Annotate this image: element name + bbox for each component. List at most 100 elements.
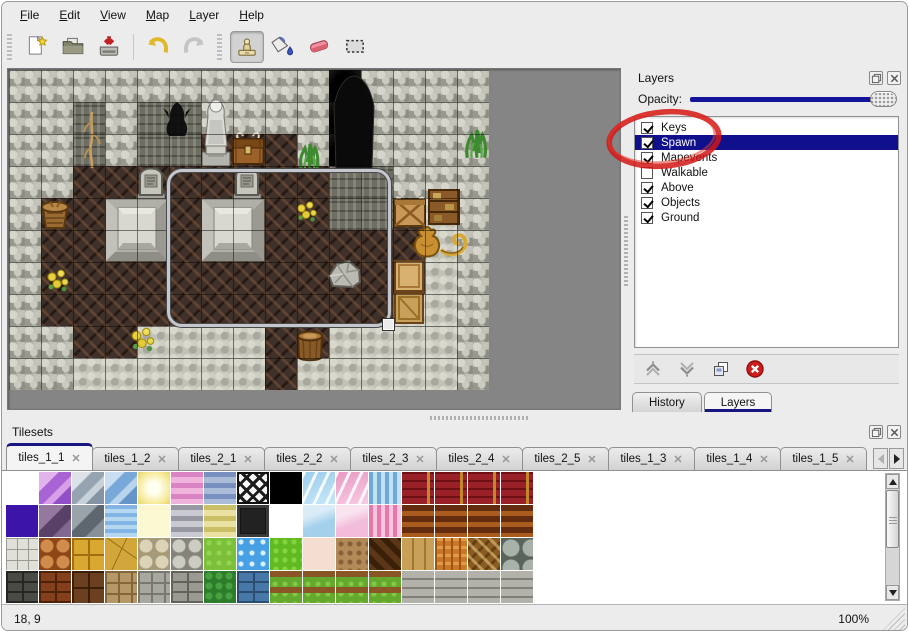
palette-tile-farm[interactable]	[369, 571, 401, 603]
window-resize-grip[interactable]	[883, 608, 905, 630]
horizontal-splitter[interactable]	[2, 414, 907, 422]
new-file-button[interactable]	[20, 31, 54, 63]
selection-resize-handle[interactable]	[382, 318, 395, 331]
palette-tile-water-pink[interactable]	[336, 472, 368, 504]
palette-tile-crystal-blue[interactable]	[105, 472, 137, 504]
layer-visibility-checkbox[interactable]	[641, 197, 653, 209]
delete-layer-button[interactable]	[744, 358, 766, 380]
close-tab-icon[interactable]: ✕	[501, 453, 510, 466]
palette-tile-weave-orange[interactable]	[435, 538, 467, 570]
palette-tile-hedge[interactable]	[204, 571, 236, 603]
palette-tile-crystal-purple[interactable]	[39, 472, 71, 504]
opacity-slider-handle[interactable]	[870, 91, 897, 107]
palette-tile-falls-blue[interactable]	[369, 472, 401, 504]
scroll-up-button[interactable]	[886, 474, 899, 489]
palette-tile-planks-dkdiag[interactable]	[369, 538, 401, 570]
fill-button[interactable]	[266, 31, 300, 63]
tileset-tab-tiles_2_5[interactable]: tiles_2_5✕	[522, 447, 609, 470]
palette-tile-white[interactable]	[6, 472, 38, 504]
close-tab-icon[interactable]: ✕	[759, 453, 768, 466]
palette-tile-crystal-dkpurple[interactable]	[39, 505, 71, 537]
palette-scrollbar[interactable]	[885, 473, 900, 601]
close-tab-icon[interactable]: ✕	[243, 453, 252, 466]
palette-tile-planks-brown[interactable]	[501, 505, 533, 537]
save-button[interactable]	[92, 31, 126, 63]
menu-view[interactable]: View	[90, 5, 136, 25]
scroll-tabs-left-button[interactable]	[873, 448, 888, 469]
tileset-tab-tiles_2_1[interactable]: tiles_2_1✕	[178, 447, 265, 470]
toolbar-handle[interactable]	[217, 34, 222, 60]
vertical-splitter[interactable]	[623, 66, 630, 414]
layer-visibility-checkbox[interactable]	[641, 122, 653, 134]
palette-tile-planks-brown[interactable]	[468, 505, 500, 537]
palette-tile-stripes-pink[interactable]	[171, 472, 203, 504]
menu-help[interactable]: Help	[229, 5, 274, 25]
open-button[interactable]	[56, 31, 90, 63]
tab-history[interactable]: History	[632, 392, 702, 412]
layer-visibility-checkbox[interactable]	[641, 137, 653, 149]
palette-tile-planks-brown[interactable]	[435, 505, 467, 537]
layer-row-objects[interactable]: Objects	[635, 195, 898, 210]
palette-tile-wall-brown[interactable]	[39, 571, 71, 603]
palette-tile-falls-pink[interactable]	[369, 505, 401, 537]
layer-row-keys[interactable]: Keys	[635, 120, 898, 135]
palette-tile-planks-brown[interactable]	[402, 505, 434, 537]
palette-tile-dirt-specks[interactable]	[336, 538, 368, 570]
palette-tile-stripes-blue[interactable]	[204, 472, 236, 504]
stamp-button[interactable]	[230, 31, 264, 63]
palette-tile-pale-yellow[interactable]	[138, 505, 170, 537]
palette-tile-grass-flat[interactable]	[204, 538, 236, 570]
palette-tile-wall-tan[interactable]	[105, 571, 137, 603]
layer-row-spawn[interactable]: Spawn	[635, 135, 898, 150]
layer-row-mapevents[interactable]: Mapevents	[635, 150, 898, 165]
palette-tile-wall-grayplank[interactable]	[435, 571, 467, 603]
tileset-tab-tiles_1_1[interactable]: tiles_1_1✕	[6, 443, 93, 470]
scroll-tabs-right-button[interactable]	[889, 448, 904, 469]
palette-tile-brick-red[interactable]	[435, 472, 467, 504]
palette-tile-water-blue[interactable]	[303, 472, 335, 504]
palette-tile-glow-yellow[interactable]	[138, 472, 170, 504]
undo-button[interactable]	[141, 31, 175, 63]
palette-tile-wall-graybrick[interactable]	[171, 571, 203, 603]
tileset-tab-tiles_2_3[interactable]: tiles_2_3✕	[350, 447, 437, 470]
menu-edit[interactable]: Edit	[49, 5, 90, 25]
palette-tile-grass-bright[interactable]	[270, 538, 302, 570]
palette-tile-brick-red[interactable]	[501, 472, 533, 504]
palette-tile-cobble-orange[interactable]	[39, 538, 71, 570]
palette-tile-white[interactable]	[270, 505, 302, 537]
tileset-tab-tiles_2_4[interactable]: tiles_2_4✕	[436, 447, 523, 470]
close-tab-icon[interactable]: ✕	[845, 453, 854, 466]
palette-tile-wall-blue[interactable]	[237, 571, 269, 603]
palette-tile-crystal-dkgray[interactable]	[72, 505, 104, 537]
palette-tile-brick-red[interactable]	[402, 472, 434, 504]
close-tab-icon[interactable]: ✕	[157, 453, 166, 466]
tab-layers[interactable]: Layers	[704, 392, 773, 412]
close-tab-icon[interactable]: ✕	[415, 453, 424, 466]
palette-tile-cracked-yellow[interactable]	[105, 538, 137, 570]
palette-tile-wall-grayplank[interactable]	[402, 571, 434, 603]
move-down-layer-button[interactable]	[676, 358, 698, 380]
layer-row-above[interactable]: Above	[635, 180, 898, 195]
palette-tile-indigo[interactable]	[6, 505, 38, 537]
palette-tile-water-sparkle[interactable]	[237, 538, 269, 570]
palette-tile-lattice[interactable]	[237, 472, 269, 504]
palette-tile-farm[interactable]	[336, 571, 368, 603]
tileset-tab-tiles_1_5[interactable]: tiles_1_5✕	[780, 447, 867, 470]
palette-tile-stripes-yellow[interactable]	[204, 505, 236, 537]
palette-tile-water-blue2[interactable]	[303, 505, 335, 537]
layer-row-walkable[interactable]: Walkable	[635, 165, 898, 180]
palette-tile-water-pink2[interactable]	[336, 505, 368, 537]
map-selection-rect[interactable]	[167, 169, 391, 327]
layer-visibility-checkbox[interactable]	[641, 167, 653, 179]
opacity-slider[interactable]	[690, 91, 897, 107]
layer-row-ground[interactable]: Ground	[635, 210, 898, 225]
move-up-layer-button[interactable]	[642, 358, 664, 380]
palette-tile-sand-pink[interactable]	[303, 538, 335, 570]
palette-tile-farm[interactable]	[303, 571, 335, 603]
rect-select-button[interactable]	[338, 31, 372, 63]
close-panel-icon[interactable]	[887, 71, 901, 85]
palette-tile-black[interactable]	[270, 472, 302, 504]
menu-file[interactable]: File	[10, 5, 49, 25]
palette-tile-wall-grayplank[interactable]	[501, 571, 533, 603]
redo-button[interactable]	[177, 31, 211, 63]
